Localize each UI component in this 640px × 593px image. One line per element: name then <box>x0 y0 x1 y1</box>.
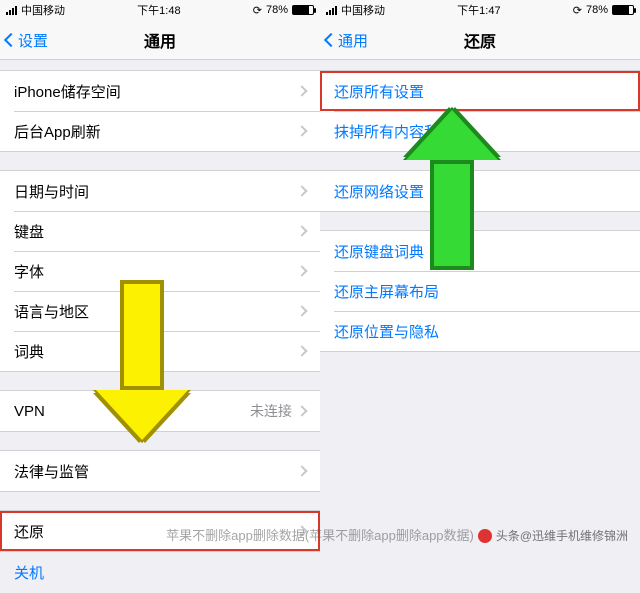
chevron-right-icon <box>296 525 307 536</box>
back-button[interactable]: 设置 <box>6 20 48 60</box>
orientation-lock-icon: ⟳ <box>573 4 582 17</box>
row-label: 词典 <box>14 341 44 362</box>
orientation-lock-icon: ⟳ <box>253 4 262 17</box>
watermark-right-text: 头条@迅维手机维修锦洲 <box>496 527 628 544</box>
row-reset-keyboard-dict[interactable]: 还原键盘词典 <box>320 231 640 271</box>
row-label: 法律与监管 <box>14 461 89 482</box>
battery-icon <box>292 5 314 15</box>
row-fonts[interactable]: 字体 <box>0 251 320 291</box>
row-reset-all-settings[interactable]: 还原所有设置 <box>320 71 640 111</box>
status-time: 下午1:47 <box>457 2 500 18</box>
carrier-label: 中国移动 <box>341 2 385 18</box>
row-reset-network[interactable]: 还原网络设置 <box>320 171 640 211</box>
row-detail: 未连接 <box>250 401 292 421</box>
settings-group: 日期与时间 键盘 字体 语言与地区 词典 <box>0 170 320 372</box>
toutiao-logo-icon <box>478 529 492 543</box>
settings-group: 还原 <box>0 510 320 552</box>
row-label: iPhone储存空间 <box>14 81 121 102</box>
row-iphone-storage[interactable]: iPhone储存空间 <box>0 71 320 111</box>
battery-pct: 78% <box>586 4 608 16</box>
settings-group: 法律与监管 <box>0 450 320 492</box>
chevron-right-icon <box>296 185 307 196</box>
row-label: 日期与时间 <box>14 181 89 202</box>
chevron-right-icon <box>296 305 307 316</box>
chevron-right-icon <box>296 125 307 136</box>
page-title: 通用 <box>144 28 176 52</box>
row-label: 语言与地区 <box>14 301 89 322</box>
nav-bar: 通用 还原 <box>320 20 640 60</box>
chevron-left-icon <box>324 33 338 47</box>
page-title: 还原 <box>464 28 496 52</box>
settings-group: 还原所有设置 抹掉所有内容和设置 <box>320 70 640 152</box>
row-erase-all[interactable]: 抹掉所有内容和设置 <box>320 111 640 151</box>
row-dictionary[interactable]: 词典 <box>0 331 320 371</box>
settings-group: 还原网络设置 <box>320 170 640 212</box>
row-reset-home-layout[interactable]: 还原主屏幕布局 <box>320 271 640 311</box>
row-label: 还原 <box>14 521 44 542</box>
row-label: 关机 <box>14 565 44 582</box>
row-label: 还原主屏幕布局 <box>334 281 439 302</box>
row-label: 还原所有设置 <box>334 81 424 102</box>
settings-group: 还原键盘词典 还原主屏幕布局 还原位置与隐私 <box>320 230 640 352</box>
battery-pct: 78% <box>266 4 288 16</box>
chevron-right-icon <box>296 225 307 236</box>
status-bar: 中国移动 下午1:48 ⟳ 78% <box>0 0 320 20</box>
chevron-right-icon <box>296 465 307 476</box>
row-language-region[interactable]: 语言与地区 <box>0 291 320 331</box>
chevron-right-icon <box>296 405 307 416</box>
row-keyboard[interactable]: 键盘 <box>0 211 320 251</box>
row-label: 键盘 <box>14 221 44 242</box>
row-reset[interactable]: 还原 <box>0 511 320 551</box>
nav-bar: 设置 通用 <box>0 20 320 60</box>
row-label: 后台App刷新 <box>14 121 101 142</box>
row-background-refresh[interactable]: 后台App刷新 <box>0 111 320 151</box>
row-vpn[interactable]: VPN 未连接 <box>0 391 320 431</box>
carrier-label: 中国移动 <box>21 2 65 18</box>
back-label: 通用 <box>338 30 368 51</box>
row-label: 还原网络设置 <box>334 181 424 202</box>
row-label: 字体 <box>14 261 44 282</box>
row-reset-location-privacy[interactable]: 还原位置与隐私 <box>320 311 640 351</box>
row-label: 抹掉所有内容和设置 <box>334 121 469 142</box>
status-time: 下午1:48 <box>137 2 180 18</box>
chevron-right-icon <box>296 85 307 96</box>
phone-left: 中国移动 下午1:48 ⟳ 78% 设置 通用 iPhone储存空间 后台App… <box>0 0 320 550</box>
back-label: 设置 <box>18 30 48 51</box>
phone-right: 中国移动 下午1:47 ⟳ 78% 通用 还原 还原所有设置 抹掉所有内容和设置 <box>320 0 640 550</box>
battery-icon <box>612 5 634 15</box>
row-date-time[interactable]: 日期与时间 <box>0 171 320 211</box>
signal-icon <box>326 6 337 15</box>
row-shutdown[interactable]: 关机 <box>0 552 320 593</box>
back-button[interactable]: 通用 <box>326 20 368 60</box>
settings-group: iPhone储存空间 后台App刷新 <box>0 70 320 152</box>
row-label: 还原键盘词典 <box>334 241 424 262</box>
watermark-right: 头条@迅维手机维修锦洲 <box>478 527 628 544</box>
chevron-right-icon <box>296 265 307 276</box>
status-bar: 中国移动 下午1:47 ⟳ 78% <box>320 0 640 20</box>
chevron-right-icon <box>296 345 307 356</box>
settings-group: VPN 未连接 <box>0 390 320 432</box>
row-label: VPN <box>14 403 45 420</box>
chevron-left-icon <box>4 33 18 47</box>
signal-icon <box>6 6 17 15</box>
row-label: 还原位置与隐私 <box>334 321 439 342</box>
row-legal[interactable]: 法律与监管 <box>0 451 320 491</box>
